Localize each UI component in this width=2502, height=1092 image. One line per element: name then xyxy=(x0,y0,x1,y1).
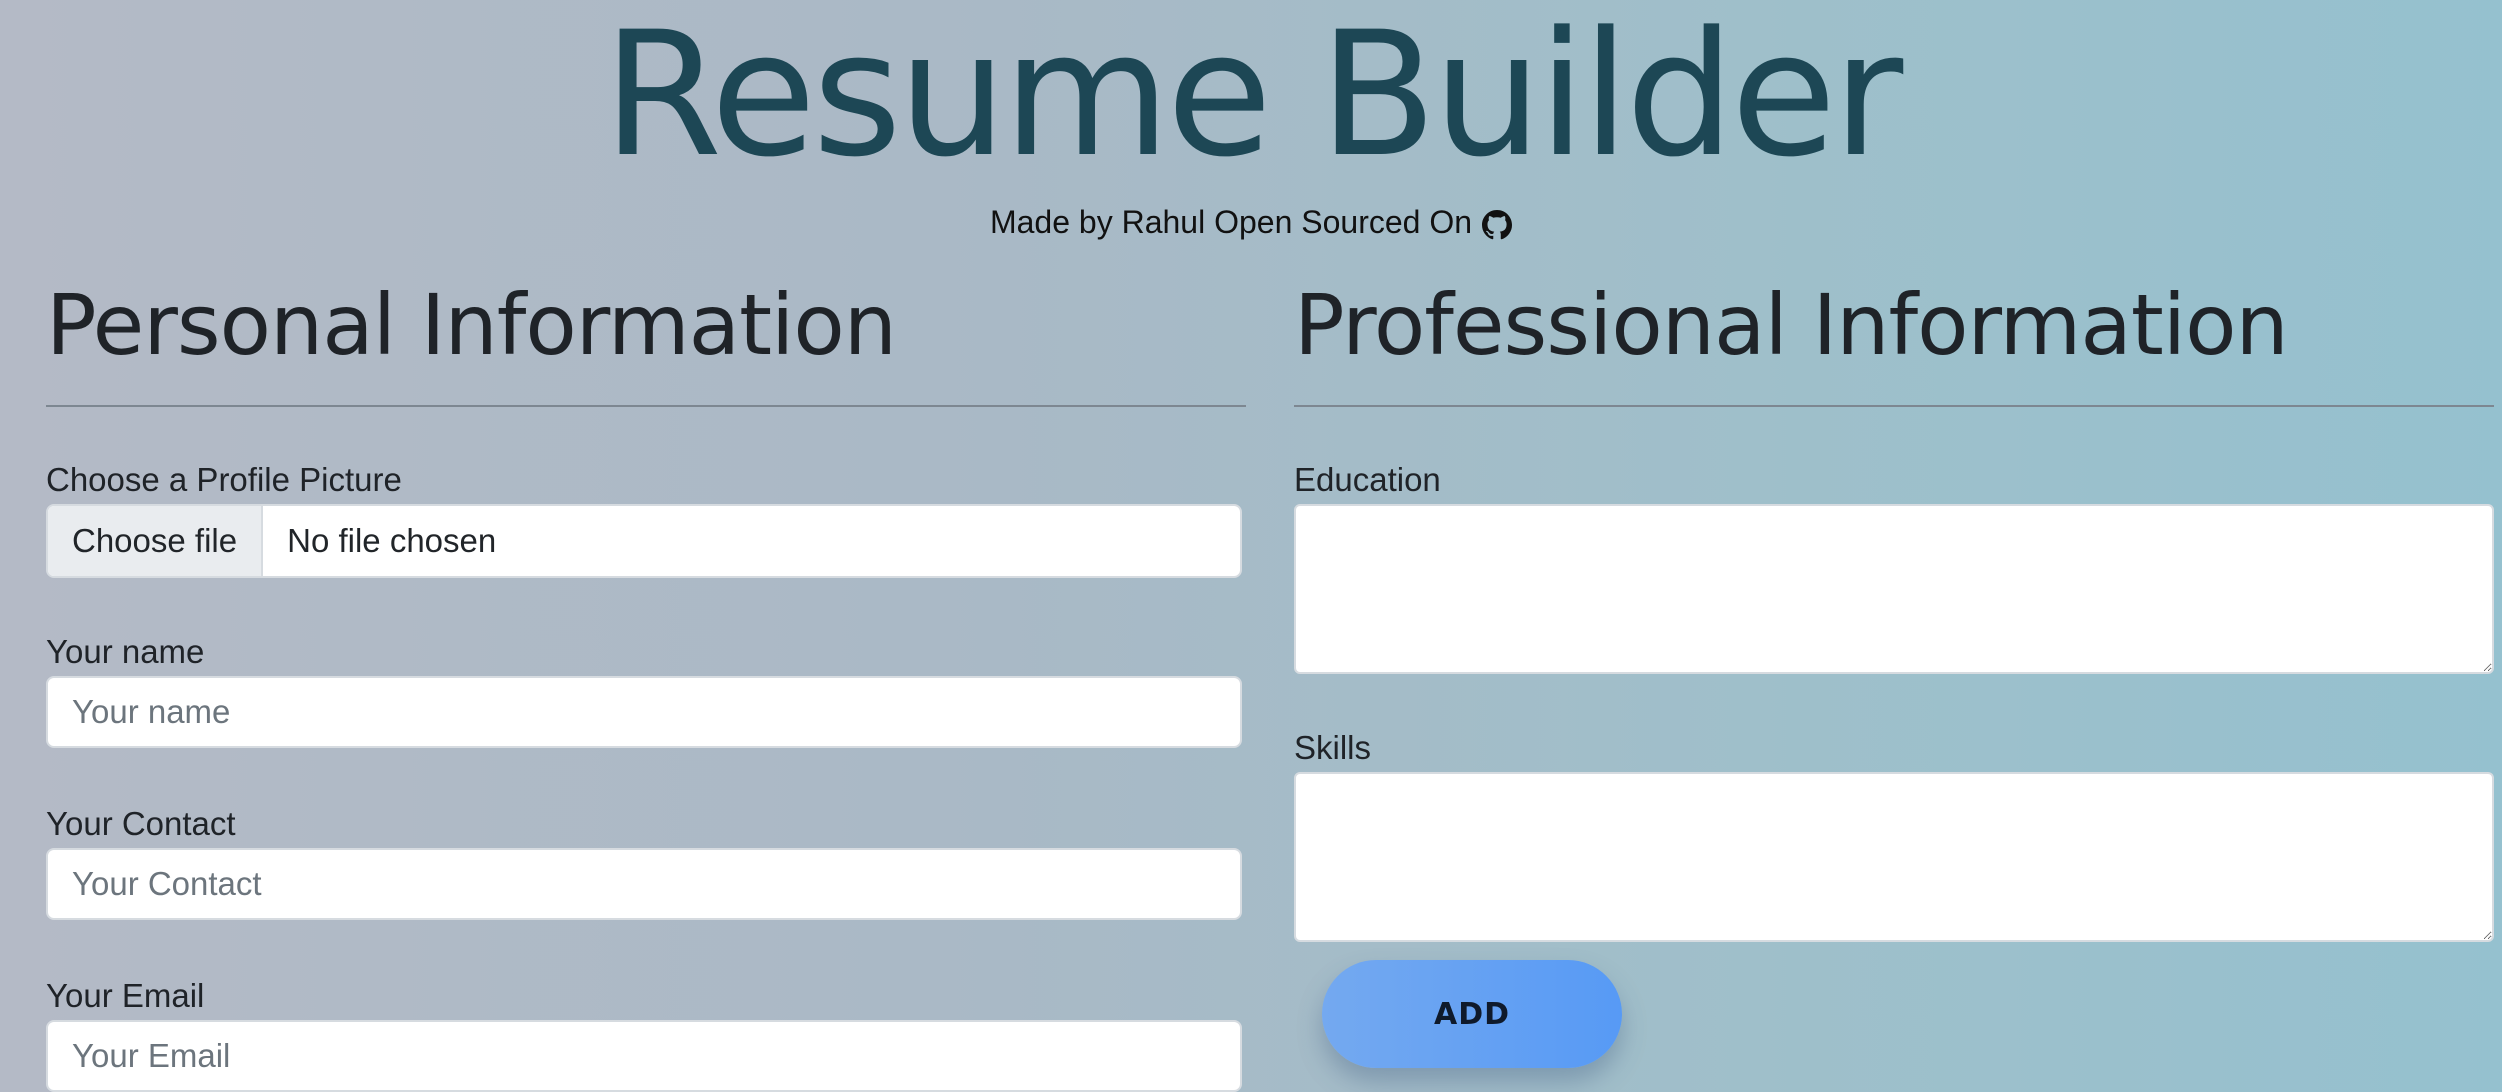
personal-information-section: Personal Information Choose a Profile Pi… xyxy=(46,270,1246,1092)
professional-information-section: Professional Information Education Skill… xyxy=(1294,270,2494,1068)
email-label: Your Email xyxy=(46,977,205,1014)
name-input[interactable] xyxy=(46,676,1242,748)
page-title: Resume Builder xyxy=(602,0,1904,195)
skills-textarea[interactable] xyxy=(1294,772,2494,942)
section-divider xyxy=(46,405,1246,407)
personal-information-heading: Personal Information xyxy=(46,276,897,374)
profile-picture-file-input[interactable]: Choose file No file chosen xyxy=(46,504,1242,578)
profile-picture-label: Choose a Profile Picture xyxy=(46,461,402,498)
education-label: Education xyxy=(1294,461,1441,498)
contact-input[interactable] xyxy=(46,848,1242,920)
choose-file-button[interactable]: Choose file xyxy=(48,506,264,576)
credit-text: Made by Rahul Open Sourced On xyxy=(989,204,1473,240)
contact-label: Your Contact xyxy=(46,805,236,842)
professional-information-heading: Professional Information xyxy=(1294,276,2289,374)
credit-line: Made by Rahul Open Sourced On xyxy=(0,200,2502,244)
education-textarea[interactable] xyxy=(1294,504,2494,674)
add-button[interactable]: ADD xyxy=(1322,960,1622,1068)
section-divider xyxy=(1294,405,2494,407)
email-input[interactable] xyxy=(46,1020,1242,1092)
github-icon[interactable] xyxy=(1482,207,1513,240)
skills-label: Skills xyxy=(1294,729,1372,766)
name-label: Your name xyxy=(46,633,205,670)
file-status-text: No file chosen xyxy=(287,522,497,559)
